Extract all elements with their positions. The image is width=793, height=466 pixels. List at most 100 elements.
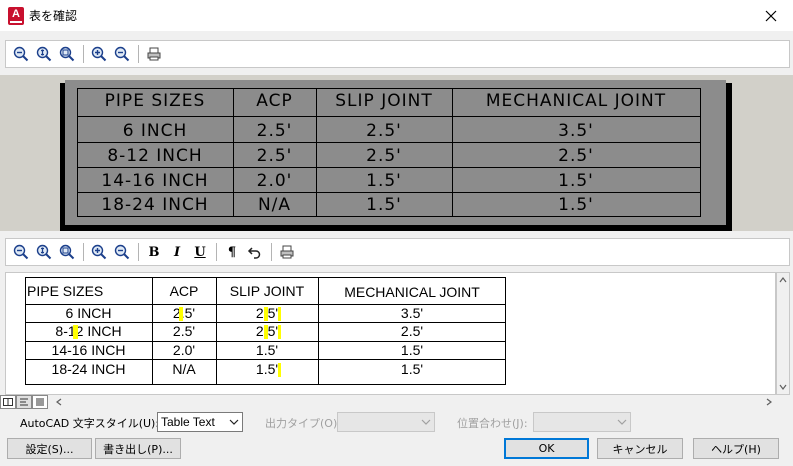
zoom-extents-button[interactable] [33, 43, 55, 65]
zoom-in-icon [91, 46, 107, 62]
editor-cell: 2.0' [172, 342, 196, 358]
editor-print-button[interactable] [276, 241, 298, 263]
preview-cell: 2.5' [256, 121, 293, 141]
close-button[interactable] [749, 0, 793, 31]
preview-cell: 1.5' [558, 195, 594, 215]
view-text-button[interactable] [16, 395, 32, 409]
preview-cell: 3.5' [558, 121, 594, 141]
alignment-label: 位置合わせ(J): [457, 417, 528, 430]
print-button[interactable] [143, 43, 165, 65]
zoom-out-small-icon [114, 244, 130, 260]
italic-button[interactable]: I [166, 241, 188, 263]
editor-cell: 2.5' [172, 305, 196, 321]
editor-cell: 1.5' [400, 361, 424, 377]
text-style-value: Table Text [161, 415, 215, 429]
editor-zoom-out-button[interactable] [10, 241, 32, 263]
scroll-right-icon [766, 398, 772, 406]
output-type-select[interactable] [337, 412, 435, 432]
preview-cell: 1.5' [366, 195, 402, 215]
chevron-down-icon [229, 419, 239, 425]
text-style-select[interactable]: Table Text [157, 412, 243, 432]
editor-cell: 1.5' [400, 342, 424, 358]
highlight-marker [278, 307, 281, 321]
editor-toolbar: B I U ¶ [5, 238, 790, 266]
scroll-down-icon [779, 384, 787, 390]
preview-cell: 8-12 INCH [107, 146, 203, 166]
preview-cell: 2.5' [558, 146, 594, 166]
preview-cell: 18-24 INCH [101, 195, 209, 215]
editor-header-pipe-sizes: PIPE SIZES [27, 283, 104, 299]
split-view-icon [3, 398, 13, 406]
preview-cell: 2.5' [366, 121, 402, 141]
highlight-marker [264, 325, 268, 339]
editor-header-acp: ACP [169, 283, 199, 299]
preview-cell: N/A [257, 195, 292, 215]
close-icon [765, 10, 777, 21]
preview-toolbar [5, 40, 790, 68]
editor-horizontal-scrollbar[interactable] [52, 396, 776, 409]
alignment-select[interactable] [533, 412, 631, 432]
toolbar-separator [138, 243, 139, 261]
editor-cell: 2.5' [172, 323, 196, 339]
bold-button[interactable]: B [143, 241, 165, 263]
preview-cell: 2.0' [256, 171, 293, 191]
preview-cell: 1.5' [558, 171, 594, 191]
chevron-down-icon [617, 419, 627, 425]
preview-header-mechanical-joint: MECHANICAL JOINT [485, 91, 667, 111]
zoom-in-icon [91, 244, 107, 260]
export-button[interactable]: 書き出し(P)... [95, 438, 181, 459]
view-mode-buttons [0, 395, 48, 409]
editor-cell: 14-16 INCH [51, 342, 126, 358]
ok-button[interactable]: OK [504, 438, 589, 459]
title-bar: A 表を確認 [0, 0, 793, 31]
zoom-out-small-icon [114, 46, 130, 62]
editor-cell: 3.5' [400, 305, 424, 321]
undo-icon [247, 247, 261, 259]
view-split-button[interactable] [0, 395, 16, 409]
highlight-marker [179, 307, 183, 321]
zoom-extents-icon [36, 46, 52, 62]
table-text-editor[interactable]: PIPE SIZES ACP SLIP JOINT MECHANICAL JOI… [5, 272, 776, 395]
toolbar-separator [138, 45, 139, 63]
highlight-marker [278, 325, 281, 339]
print-icon [280, 245, 294, 259]
preview-table: PIPE SIZES ACP SLIP JOINT MECHANICAL JOI… [65, 80, 726, 225]
preview-cell: 2.5' [256, 146, 293, 166]
underline-button[interactable]: U [189, 241, 211, 263]
cancel-button[interactable]: キャンセル [597, 438, 683, 459]
window-title: 表を確認 [29, 9, 78, 23]
editor-zoom-in-button[interactable] [88, 241, 110, 263]
toolbar-separator [83, 243, 84, 261]
highlight-marker [73, 325, 78, 339]
preview-header-slip-joint: SLIP JOINT [335, 91, 433, 111]
help-button[interactable]: ヘルプ(H) [693, 438, 779, 459]
paragraph-button[interactable]: ¶ [221, 241, 243, 263]
undo-button[interactable] [244, 241, 266, 263]
preview-cell: 2.5' [366, 146, 402, 166]
editor-cell: 2.5' [400, 323, 424, 339]
preview-cell: 1.5' [366, 171, 402, 191]
zoom-in-button[interactable] [88, 43, 110, 65]
preview-cell: 14-16 INCH [101, 171, 209, 191]
zoom-out-icon [13, 244, 29, 260]
editor-zoom-window-button[interactable] [56, 241, 78, 263]
editor-vertical-scrollbar[interactable] [776, 272, 790, 395]
chevron-down-icon [421, 419, 431, 425]
editor-zoom-out-small-button[interactable] [111, 241, 133, 263]
toolbar-separator [83, 45, 84, 63]
highlight-marker [264, 307, 268, 321]
editor-zoom-extents-button[interactable] [33, 241, 55, 263]
text-view-icon [20, 398, 28, 406]
toolbar-separator [216, 243, 217, 261]
view-list-button[interactable] [32, 395, 48, 409]
settings-button[interactable]: 設定(S)... [7, 438, 92, 459]
zoom-window-icon [59, 244, 75, 260]
scroll-up-icon [779, 277, 787, 283]
zoom-out-button[interactable] [10, 43, 32, 65]
zoom-window-button[interactable] [56, 43, 78, 65]
preview-cell: 6 INCH [122, 121, 188, 141]
text-style-label: AutoCAD 文字スタイル(U): [20, 417, 160, 430]
zoom-extents-icon [36, 244, 52, 260]
output-type-label: 出力タイプ(O): [265, 417, 341, 430]
zoom-out-small-button[interactable] [111, 43, 133, 65]
